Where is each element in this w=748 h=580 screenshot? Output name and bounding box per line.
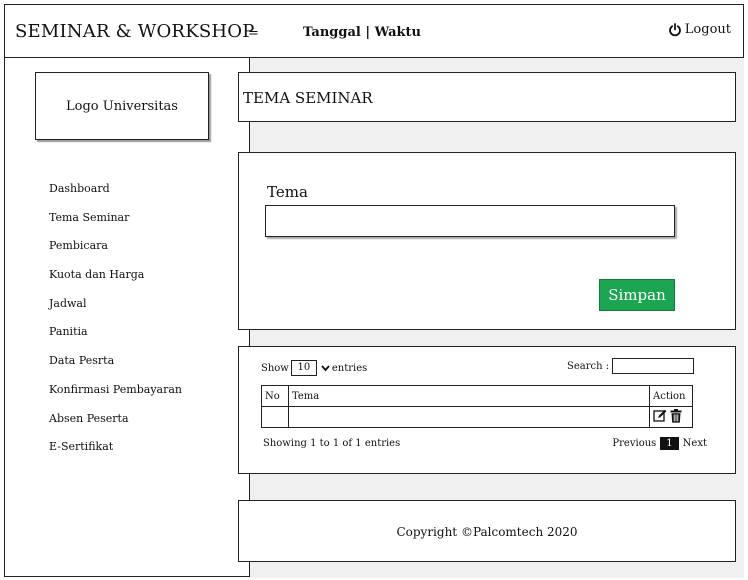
university-logo: Logo Universitas (35, 72, 209, 140)
tema-input[interactable] (265, 205, 675, 237)
table-row (261, 406, 693, 428)
cell-action (649, 406, 693, 428)
logout-button[interactable]: Logout (668, 22, 731, 37)
tema-field-label: Tema (267, 183, 308, 201)
sidebar-item-jadwal[interactable]: Jadwal (49, 297, 182, 326)
sidebar: Logo Universitas Dashboard Tema Seminar … (4, 57, 250, 577)
cell-no (261, 406, 289, 428)
next-button[interactable]: Next (683, 438, 707, 449)
edit-icon[interactable] (653, 409, 667, 425)
sidebar-item-tema-seminar[interactable]: Tema Seminar (49, 211, 182, 240)
top-bar: SEMINAR & WORKSHOP = Tanggal | Waktu Log… (4, 4, 744, 58)
sidebar-item-e-sertifikat[interactable]: E-Sertifikat (49, 440, 182, 469)
date-time-label: Tanggal | Waktu (303, 25, 421, 40)
copyright-text: Copyright ©Palcomtech 2020 (396, 525, 578, 539)
tema-form-card: Tema Simpan (238, 152, 736, 330)
column-header-tema[interactable]: Tema (288, 385, 650, 407)
column-header-no[interactable]: No (261, 385, 289, 407)
column-header-action: Action (649, 385, 693, 407)
table-header-row: No Tema Action (261, 385, 693, 407)
pagination: Previous 1 Next (612, 437, 707, 450)
previous-button[interactable]: Previous (612, 438, 656, 449)
save-button[interactable]: Simpan (599, 279, 675, 311)
page-title: TEMA SEMINAR (243, 89, 373, 107)
sidebar-item-pembicara[interactable]: Pembicara (49, 239, 182, 268)
app-title: SEMINAR & WORKSHOP (15, 21, 255, 42)
search-label: Search : (567, 360, 610, 372)
show-label: Show (261, 362, 289, 374)
footer: Copyright ©Palcomtech 2020 (238, 500, 736, 562)
entries-label: entries (331, 362, 368, 374)
trash-icon[interactable] (670, 408, 682, 426)
entries-select[interactable]: 10 (290, 360, 317, 376)
cell-tema (288, 406, 650, 428)
menu-toggle-icon[interactable]: = (248, 26, 259, 41)
logout-label: Logout (684, 22, 731, 37)
power-icon (668, 22, 681, 36)
logo-label: Logo Universitas (66, 98, 178, 114)
tema-table-card: Show 10 entries Search : No Tema Action (238, 346, 736, 474)
sidebar-item-konfirmasi-pembayaran[interactable]: Konfirmasi Pembayaran (49, 383, 182, 412)
page-title-card: TEMA SEMINAR (238, 72, 736, 122)
sidebar-item-dashboard[interactable]: Dashboard (49, 182, 182, 211)
page-1-button[interactable]: 1 (660, 437, 679, 450)
sidebar-item-data-peserta[interactable]: Data Pesrta (49, 354, 182, 383)
sidebar-item-kuota-harga[interactable]: Kuota dan Harga (49, 268, 182, 297)
table-info: Showing 1 to 1 of 1 entries (263, 438, 401, 449)
search-control: Search : (567, 358, 695, 374)
chevron-down-icon[interactable] (321, 364, 330, 372)
sidebar-item-panitia[interactable]: Panitia (49, 325, 182, 354)
sidebar-menu: Dashboard Tema Seminar Pembicara Kuota d… (49, 182, 182, 469)
entries-length-control: Show 10 entries (261, 360, 367, 376)
search-input[interactable] (612, 358, 695, 374)
tema-table: No Tema Action (261, 385, 693, 428)
sidebar-item-absen-peserta[interactable]: Absen Peserta (49, 412, 182, 441)
